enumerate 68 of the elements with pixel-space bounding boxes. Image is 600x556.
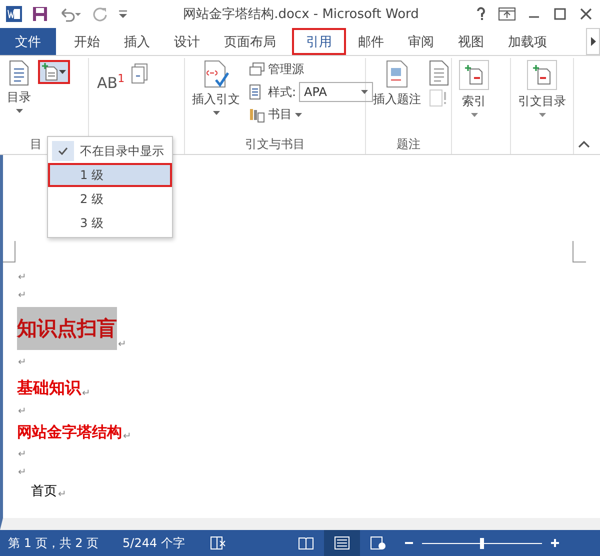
caret-icon <box>361 90 368 94</box>
save-icon[interactable] <box>32 6 48 22</box>
customize-icon[interactable] <box>118 9 128 19</box>
document-lines-icon <box>8 60 30 86</box>
caret-icon <box>295 112 302 116</box>
ribbon-display-icon[interactable] <box>498 7 516 21</box>
group-label: 题注 <box>396 136 422 153</box>
scroll-right-icon[interactable] <box>586 28 600 55</box>
word-logo-icon[interactable] <box>6 6 22 22</box>
add-document-icon <box>42 63 58 81</box>
caret-icon <box>16 109 22 113</box>
citation-icon <box>202 60 230 88</box>
insert-citation-button[interactable]: 插入引文 <box>189 58 243 136</box>
mark-entry-button[interactable]: 索引 <box>456 58 492 154</box>
margin-corner-icon <box>3 241 16 263</box>
paragraph-mark: ↵ <box>18 357 26 368</box>
proofing-icon[interactable] <box>208 535 227 551</box>
paragraph-mark: ↵ <box>18 467 26 478</box>
window-title: 网站金字塔结构.docx - Microsoft Word <box>182 6 420 23</box>
word-count[interactable]: 5/244 个字 <box>122 534 185 552</box>
document-paragraph: 网站金字塔结构 <box>17 423 122 442</box>
style-label: 样式: <box>268 84 296 100</box>
document-paragraph: 知识点扫盲 <box>17 307 117 350</box>
document-paragraph: 首页 <box>31 483 57 500</box>
document-icon <box>428 60 450 86</box>
sources-icon <box>249 62 265 78</box>
file-tab[interactable]: 文件 <box>0 28 56 55</box>
toc-button[interactable]: 目录 <box>4 58 34 136</box>
margin-corner-icon <box>572 241 586 263</box>
style-select[interactable]: APA <box>299 82 374 102</box>
book-icon <box>298 536 314 550</box>
add-text-button[interactable] <box>38 60 70 84</box>
caret-icon <box>470 113 478 117</box>
group-label: 引文与书目 <box>244 136 306 153</box>
maximize-icon[interactable] <box>552 7 568 21</box>
zoom-in-icon[interactable] <box>550 538 560 548</box>
paragraph-mark: ↵ <box>18 449 26 460</box>
menu-item[interactable]: 不在目录中显示 <box>48 139 172 163</box>
document-paragraph: 基础知识 <box>17 378 81 399</box>
paragraph-mark: ↵ <box>18 290 26 301</box>
print-layout-button[interactable] <box>324 530 360 556</box>
group-label: 目 <box>29 136 43 153</box>
web-page-icon <box>370 536 386 550</box>
caret-icon <box>59 70 66 74</box>
mark-entry-icon <box>464 65 484 85</box>
paragraph-mark: ↵ <box>18 406 26 417</box>
collapse-ribbon-icon[interactable] <box>578 140 590 148</box>
page-lines-icon <box>334 536 350 550</box>
caption-icon <box>385 60 409 88</box>
menu-item[interactable]: 3 级 <box>48 211 172 235</box>
paragraph-mark: ↵ <box>123 431 132 442</box>
pages-icon[interactable] <box>128 62 149 84</box>
close-icon[interactable] <box>578 7 594 21</box>
menu-item[interactable]: 2 级 <box>48 187 172 211</box>
mark-citation-button[interactable]: 引文目录 <box>515 58 569 154</box>
help-icon[interactable] <box>474 6 488 22</box>
menu-item[interactable]: 1 级 <box>48 163 172 187</box>
paragraph-mark: ↵ <box>118 339 126 350</box>
zoom-thumb[interactable] <box>480 538 484 548</box>
caret-icon <box>212 111 220 115</box>
paragraph-mark: ↵ <box>18 272 26 283</box>
books-icon <box>249 106 265 122</box>
page-count[interactable]: 第 1 页，共 2 页 <box>8 534 99 552</box>
paragraph-mark: ↵ <box>58 489 66 500</box>
paragraph-mark: ↵ <box>82 388 90 399</box>
caret-icon <box>538 113 546 117</box>
mark-citation-icon <box>532 65 552 85</box>
ribbon-tab[interactable]: 引用 <box>292 28 346 55</box>
